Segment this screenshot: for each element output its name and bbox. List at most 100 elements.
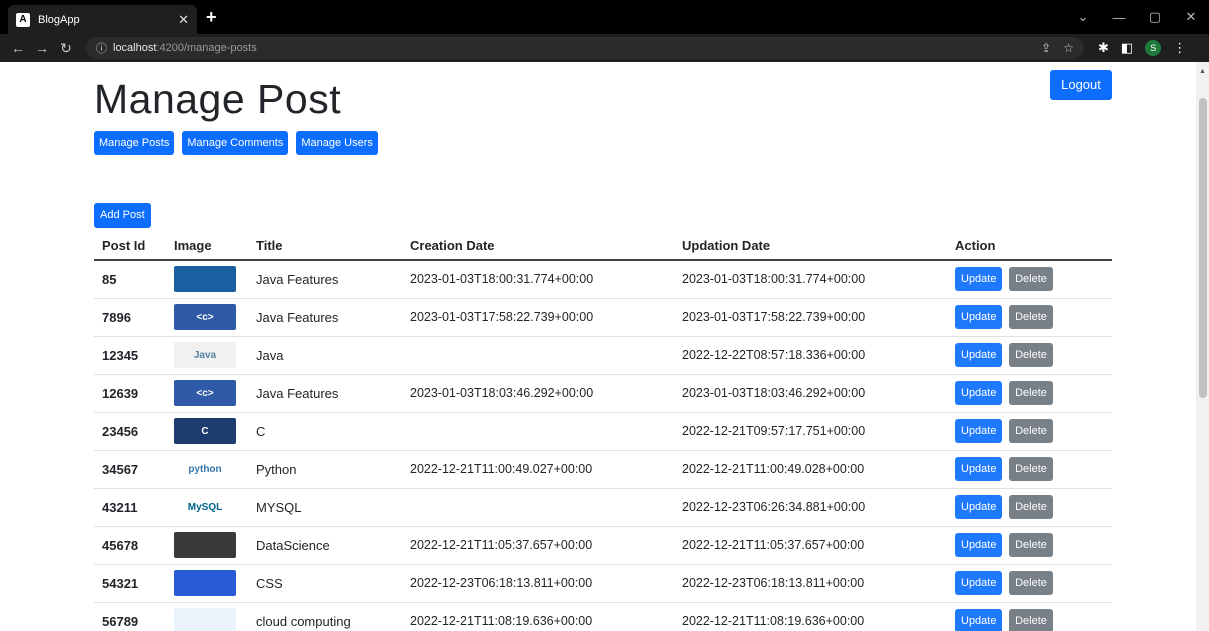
side-panel-icon[interactable]: ◧	[1121, 40, 1133, 56]
page-scrollbar[interactable]: ▲	[1196, 62, 1209, 631]
header-creation-date: Creation Date	[402, 232, 674, 261]
table-row: 43211 MySQL MYSQL 2022-12-23T06:26:34.88…	[94, 488, 1112, 527]
title-cell: CSS	[248, 564, 402, 603]
delete-button[interactable]: Delete	[1009, 267, 1053, 292]
update-button[interactable]: Update	[955, 381, 1003, 405]
post-id-cell: 56789	[94, 602, 166, 631]
creation-date-cell	[402, 488, 674, 527]
updation-date-cell: 2023-01-03T17:58:22.739+00:00	[674, 298, 947, 337]
add-post-button[interactable]: Add Post	[94, 203, 151, 228]
url-path: :4200/manage-posts	[156, 42, 257, 54]
reload-icon[interactable]: ↻	[54, 40, 78, 57]
close-tab-icon[interactable]: ✕	[178, 12, 189, 28]
action-cell: Update Delete	[947, 412, 1112, 451]
table-row: 7896 <c> Java Features 2023-01-03T17:58:…	[94, 298, 1112, 337]
title-cell: DataScience	[248, 526, 402, 565]
java-features-image	[174, 266, 236, 293]
browser-tab[interactable]: A BlogApp ✕	[8, 5, 197, 34]
scrollbar-thumb[interactable]	[1199, 98, 1207, 398]
bookmark-star-icon[interactable]: ☆	[1063, 41, 1074, 55]
image-cell: <c>	[166, 298, 248, 337]
post-id-cell: 34567	[94, 450, 166, 489]
delete-button[interactable]: Delete	[1009, 305, 1053, 329]
scroll-up-arrow-icon[interactable]: ▲	[1199, 68, 1206, 75]
update-button[interactable]: Update	[955, 267, 1003, 292]
delete-button[interactable]: Delete	[1009, 457, 1053, 481]
delete-button[interactable]: Delete	[1009, 419, 1053, 443]
creation-date-cell	[402, 336, 674, 375]
new-tab-icon[interactable]: +	[206, 7, 217, 28]
update-button[interactable]: Update	[955, 419, 1003, 443]
delete-button[interactable]: Delete	[1009, 495, 1053, 519]
creation-date-cell: 2022-12-21T11:00:49.027+00:00	[402, 450, 674, 489]
extensions-puzzle-icon[interactable]: ✱	[1098, 40, 1109, 56]
minimize-icon[interactable]: —	[1101, 10, 1137, 25]
profile-avatar[interactable]: S	[1145, 40, 1162, 56]
updation-date-cell: 2022-12-21T11:08:19.636+00:00	[674, 602, 947, 631]
creation-date-cell	[402, 412, 674, 451]
table-header-row: Post Id Image Title Creation Date Updati…	[94, 232, 1112, 261]
manage-posts-button[interactable]: Manage Posts	[94, 131, 175, 155]
browser-titlebar: A BlogApp ✕ + ⌄ — ▢ ✕	[0, 0, 1209, 34]
update-button[interactable]: Update	[955, 457, 1003, 481]
tab-search-icon[interactable]: ⌄	[1065, 9, 1101, 25]
delete-button[interactable]: Delete	[1009, 381, 1053, 405]
post-id-cell: 7896	[94, 298, 166, 337]
updation-date-cell: 2023-01-03T18:00:31.774+00:00	[674, 260, 947, 299]
tab-title: BlogApp	[38, 13, 80, 26]
creation-date-cell: 2022-12-21T11:05:37.657+00:00	[402, 526, 674, 565]
delete-button[interactable]: Delete	[1009, 533, 1053, 557]
action-cell: Update Delete	[947, 602, 1112, 631]
datascience-image	[174, 532, 236, 558]
title-cell: Java	[248, 336, 402, 375]
image-cell: Java	[166, 336, 248, 375]
mysql-logo-image: MySQL	[174, 494, 236, 520]
image-cell: MySQL	[166, 488, 248, 527]
updation-date-cell: 2023-01-03T18:03:46.292+00:00	[674, 374, 947, 413]
title-cell: C	[248, 412, 402, 451]
post-id-cell: 12345	[94, 336, 166, 375]
header-image: Image	[166, 232, 248, 261]
title-cell: Java Features	[248, 298, 402, 337]
address-bar[interactable]: ⓘ localhost :4200/manage-posts ⇪ ☆	[86, 37, 1084, 59]
python-logo-image: python	[174, 456, 236, 482]
delete-button[interactable]: Delete	[1009, 609, 1053, 631]
table-row: 56789 cloud computing 2022-12-21T11:08:1…	[94, 602, 1112, 631]
table-row: 85 Java Features 2023-01-03T18:00:31.774…	[94, 260, 1112, 299]
posts-table: Post Id Image Title Creation Date Updati…	[94, 232, 1112, 631]
table-row: 12639 <c> Java Features 2023-01-03T18:03…	[94, 374, 1112, 413]
window-controls: ⌄ — ▢ ✕	[1065, 0, 1209, 34]
manage-comments-button[interactable]: Manage Comments	[182, 131, 289, 155]
header-post-id: Post Id	[94, 232, 166, 261]
update-button[interactable]: Update	[955, 533, 1003, 557]
post-id-cell: 12639	[94, 374, 166, 413]
delete-button[interactable]: Delete	[1009, 571, 1053, 595]
browser-menu-icon[interactable]: ⋮	[1173, 40, 1186, 56]
share-icon[interactable]: ⇪	[1041, 41, 1051, 55]
page-title: Manage Post	[94, 76, 342, 122]
maximize-icon[interactable]: ▢	[1137, 9, 1173, 25]
update-button[interactable]: Update	[955, 495, 1003, 519]
c-logo-image: C	[174, 418, 236, 444]
update-button[interactable]: Update	[955, 305, 1003, 329]
manage-users-button[interactable]: Manage Users	[296, 131, 378, 155]
creation-date-cell: 2022-12-23T06:18:13.811+00:00	[402, 564, 674, 603]
site-info-icon[interactable]: ⓘ	[96, 40, 107, 56]
forward-icon[interactable]: →	[30, 40, 54, 56]
update-button[interactable]: Update	[955, 343, 1003, 367]
delete-button[interactable]: Delete	[1009, 343, 1053, 367]
post-id-cell: 43211	[94, 488, 166, 527]
logout-button[interactable]: Logout	[1050, 70, 1112, 100]
creation-date-cell: 2023-01-03T18:03:46.292+00:00	[402, 374, 674, 413]
action-cell: Update Delete	[947, 336, 1112, 375]
table-row: 34567 python Python 2022-12-21T11:00:49.…	[94, 450, 1112, 489]
post-id-cell: 85	[94, 260, 166, 299]
close-window-icon[interactable]: ✕	[1173, 9, 1209, 25]
title-cell: Python	[248, 450, 402, 489]
update-button[interactable]: Update	[955, 571, 1003, 595]
back-icon[interactable]: ←	[6, 40, 30, 56]
c-language-image: <c>	[174, 380, 236, 406]
table-body: 85 Java Features 2023-01-03T18:00:31.774…	[94, 260, 1112, 631]
update-button[interactable]: Update	[955, 609, 1003, 631]
action-cell: Update Delete	[947, 374, 1112, 413]
